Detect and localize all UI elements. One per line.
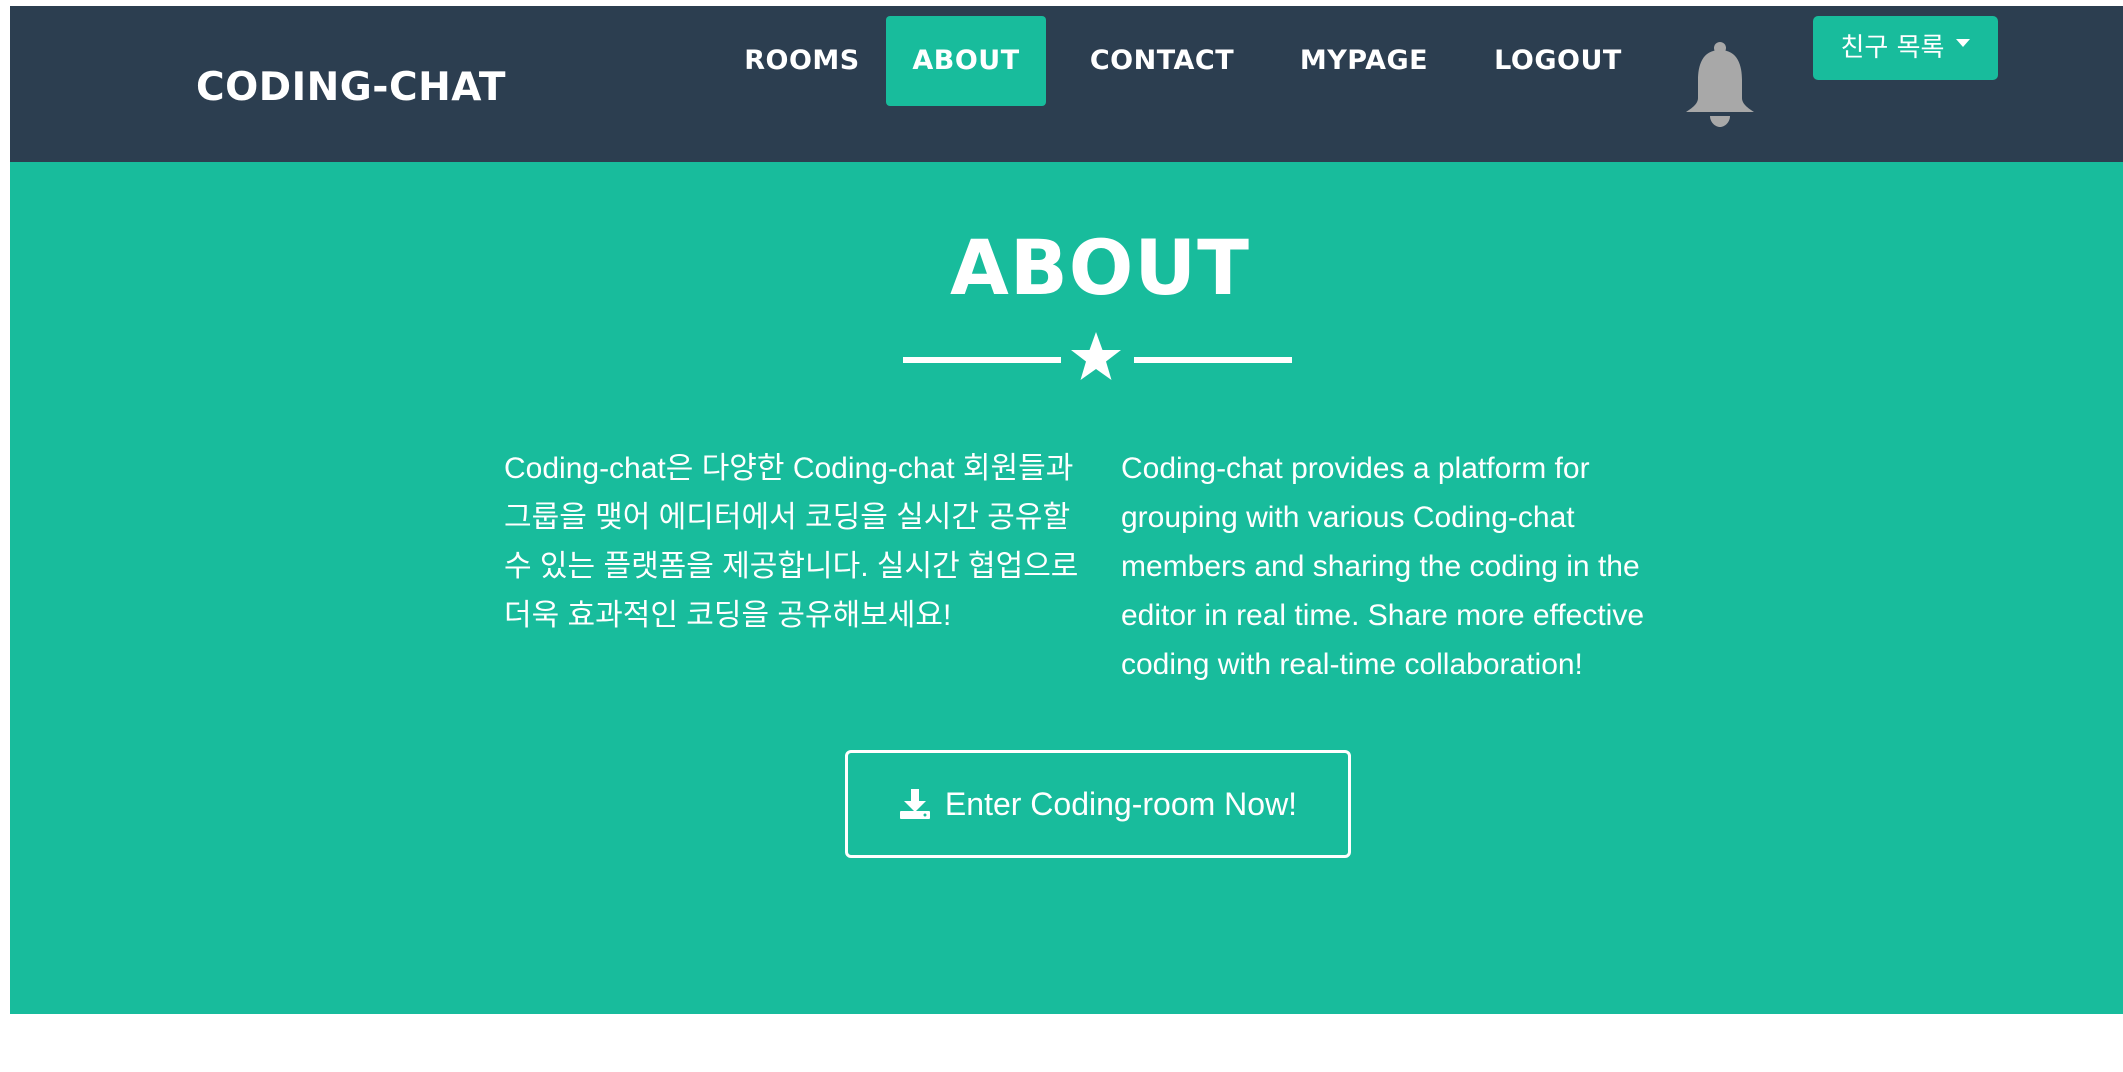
star-icon: [1071, 332, 1121, 380]
brand-logo[interactable]: CODING-CHAT: [196, 58, 506, 118]
nav-item-mypage[interactable]: MYPAGE: [1272, 16, 1456, 106]
about-text-english: Coding-chat provides a platform for grou…: [1121, 452, 1645, 681]
friends-list-dropdown[interactable]: 친구 목록: [1813, 16, 1998, 80]
caret-down-icon: [1956, 38, 1971, 47]
friends-list-label: 친구 목록: [1840, 33, 1945, 63]
nav-item-rooms[interactable]: ROOMS: [722, 16, 882, 106]
enter-coding-room-button[interactable]: Enter Coding-room Now!: [845, 750, 1351, 858]
nav-item-contact[interactable]: CONTACT: [1062, 16, 1262, 106]
navbar: CODING-CHAT ROOMS ABOUT CONTACT MYPAGE L…: [10, 6, 2123, 162]
about-text-korean: Coding-chat은 다양한 Coding-chat 회원들과 그룹을 맺어…: [504, 452, 1079, 632]
page: CODING-CHAT ROOMS ABOUT CONTACT MYPAGE L…: [0, 0, 2123, 1072]
nav-item-about[interactable]: ABOUT: [886, 16, 1046, 106]
divider-line-left: [903, 357, 1061, 363]
about-section: ABOUT Coding-chat은 다양한 Coding-chat 회원들과 …: [10, 162, 2123, 1014]
nav-item-logout[interactable]: LOGOUT: [1466, 16, 1650, 106]
page-title: ABOUT: [950, 223, 1250, 312]
bell-icon[interactable]: [1680, 40, 1760, 130]
download-icon: [899, 788, 930, 819]
divider-line-right: [1134, 357, 1292, 363]
enter-coding-room-label: Enter Coding-room Now!: [944, 786, 1298, 822]
